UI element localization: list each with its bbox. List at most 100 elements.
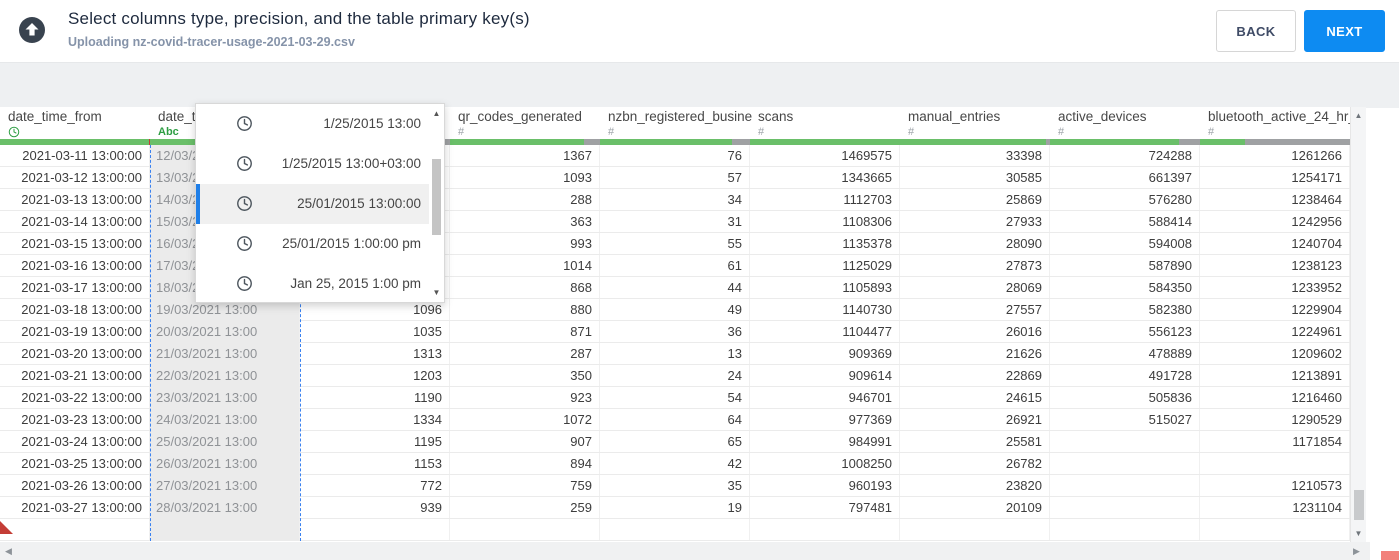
dropdown-scroll-down-arrow[interactable]: ▼	[429, 288, 444, 297]
table-cell: 1313	[300, 343, 450, 364]
table-cell: 1213891	[1200, 365, 1350, 386]
table-row: 2021-03-24 13:00:00 25/03/2021 13:00 1195 9…	[0, 431, 1350, 453]
table-cell: 594008	[1050, 233, 1200, 254]
table-cell	[750, 519, 900, 540]
table-cell	[1200, 519, 1350, 540]
table-cell: 26782	[900, 453, 1050, 474]
table-cell: 21/03/2021 13:00	[150, 343, 300, 364]
table-cell: 1093	[450, 167, 600, 188]
table-cell: 24615	[900, 387, 1050, 408]
table-cell: 2021-03-21 13:00:00	[0, 365, 150, 386]
table-cell: 287	[450, 343, 600, 364]
table-cell: 35	[600, 475, 750, 496]
column-header[interactable]: nzbn_registered_busine #	[600, 107, 753, 145]
table-cell: 2021-03-23 13:00:00	[0, 409, 150, 430]
table-cell: 27933	[900, 211, 1050, 232]
clock-icon	[236, 115, 253, 137]
table-cell: 880	[450, 299, 600, 320]
table-cell: 1125029	[750, 255, 900, 276]
table-cell	[900, 519, 1050, 540]
table-cell: 1242956	[1200, 211, 1350, 232]
table-cell: 871	[450, 321, 600, 342]
table-cell: 1238464	[1200, 189, 1350, 210]
table-cell: 1190	[300, 387, 450, 408]
table-cell: 23820	[900, 475, 1050, 496]
table-cell: 2021-03-24 13:00:00	[0, 431, 150, 452]
column-name: manual_entries	[908, 109, 1001, 124]
dropdown-item-2[interactable]: 25/01/2015 13:00:00	[196, 184, 431, 224]
dropdown-item-label: Jan 25, 2015 1:00 pm	[290, 276, 421, 291]
column-header[interactable]: date_time_from	[0, 107, 150, 145]
table-cell: 1343665	[750, 167, 900, 188]
column-header[interactable]: bluetooth_active_24_hr_ #	[1200, 107, 1356, 145]
table-cell: 25869	[900, 189, 1050, 210]
back-button[interactable]: BACK	[1216, 10, 1296, 52]
table-cell: 1209602	[1200, 343, 1350, 364]
table-cell	[600, 519, 750, 540]
table-cell: 26016	[900, 321, 1050, 342]
horizontal-scrollbar[interactable]: ◀ ▶	[0, 542, 1370, 560]
dropdown-scroll-up-arrow[interactable]: ▲	[429, 109, 444, 118]
table-cell: 556123	[1050, 321, 1200, 342]
column-type-label: #	[908, 126, 915, 138]
dropdown-item-1[interactable]: 1/25/2015 13:00+03:00	[196, 144, 431, 184]
table-cell	[1050, 475, 1200, 496]
table-cell: 1233952	[1200, 277, 1350, 298]
table-cell: 1008250	[750, 453, 900, 474]
dropdown-item-label: 25/01/2015 13:00:00	[297, 196, 421, 211]
table-cell: 28090	[900, 233, 1050, 254]
column-header[interactable]: manual_entries #	[900, 107, 1050, 145]
table-cell: 33398	[900, 145, 1050, 166]
table-row: 2021-03-23 13:00:00 24/03/2021 13:00 1334 1…	[0, 409, 1350, 431]
page-title: Select columns type, precision, and the …	[68, 9, 530, 28]
column-name: nzbn_registered_busine	[608, 109, 753, 124]
table-cell: 2021-03-14 13:00:00	[0, 211, 150, 232]
dropdown-item-label: 25/01/2015 1:00:00 pm	[282, 236, 421, 251]
table-cell: 1224961	[1200, 321, 1350, 342]
dropdown-scrollbar-thumb[interactable]	[432, 159, 441, 235]
table-cell: 939	[300, 497, 450, 518]
clock-icon	[236, 275, 253, 297]
scroll-down-arrow[interactable]: ▼	[1351, 529, 1366, 538]
scroll-right-arrow[interactable]: ▶	[1353, 546, 1360, 557]
table-cell: 584350	[1050, 277, 1200, 298]
column-header[interactable]: qr_codes_generated #	[450, 107, 600, 145]
table-cell: 2021-03-27 13:00:00	[0, 497, 150, 518]
table-cell	[0, 519, 150, 540]
table-cell: 1210573	[1200, 475, 1350, 496]
table-cell: 34	[600, 189, 750, 210]
table-cell	[1050, 431, 1200, 452]
vertical-scrollbar-thumb[interactable]	[1354, 490, 1364, 520]
dropdown-item-3[interactable]: 25/01/2015 1:00:00 pm	[196, 224, 431, 264]
table-cell: 772	[300, 475, 450, 496]
table-cell: 977369	[750, 409, 900, 430]
table-cell: 759	[450, 475, 600, 496]
table-cell: 65	[600, 431, 750, 452]
vertical-scrollbar[interactable]: ▲ ▼	[1350, 107, 1366, 542]
table-cell: 27/03/2021 13:00	[150, 475, 300, 496]
next-button[interactable]: NEXT	[1304, 10, 1385, 52]
table-cell: 2021-03-11 13:00:00	[0, 145, 150, 166]
dropdown-item-4[interactable]: Jan 25, 2015 1:00 pm	[196, 264, 431, 304]
scroll-up-arrow[interactable]: ▲	[1351, 111, 1366, 120]
table-cell: 288	[450, 189, 600, 210]
table-cell: 19	[600, 497, 750, 518]
table-cell: 57	[600, 167, 750, 188]
table-row: 2021-03-20 13:00:00 21/03/2021 13:00 1313 2…	[0, 343, 1350, 365]
column-type-clock-icon	[8, 126, 20, 139]
column-name: date_t	[158, 109, 196, 124]
dropdown-item-0[interactable]: 1/25/2015 13:00	[196, 104, 431, 144]
dropdown-item-list: 1/25/2015 13:00 1/25/2015 13:00+03:00 25/0…	[196, 104, 444, 304]
column-header[interactable]: active_devices #	[1050, 107, 1200, 145]
table-cell: 1014	[450, 255, 600, 276]
table-cell	[1200, 453, 1350, 474]
table-cell: 2021-03-17 13:00:00	[0, 277, 150, 298]
ghost-row	[0, 519, 1350, 541]
column-type-toolbar: Tt Date / time # $ →0.00 ←0.00	[0, 62, 1399, 164]
table-cell: 1135378	[750, 233, 900, 254]
column-type-label: #	[758, 126, 765, 138]
dropdown-scrollbar[interactable]: ▲ ▼	[429, 104, 444, 302]
scroll-left-arrow[interactable]: ◀	[5, 546, 12, 557]
column-header[interactable]: scans #	[750, 107, 900, 145]
table-cell: 1195	[300, 431, 450, 452]
